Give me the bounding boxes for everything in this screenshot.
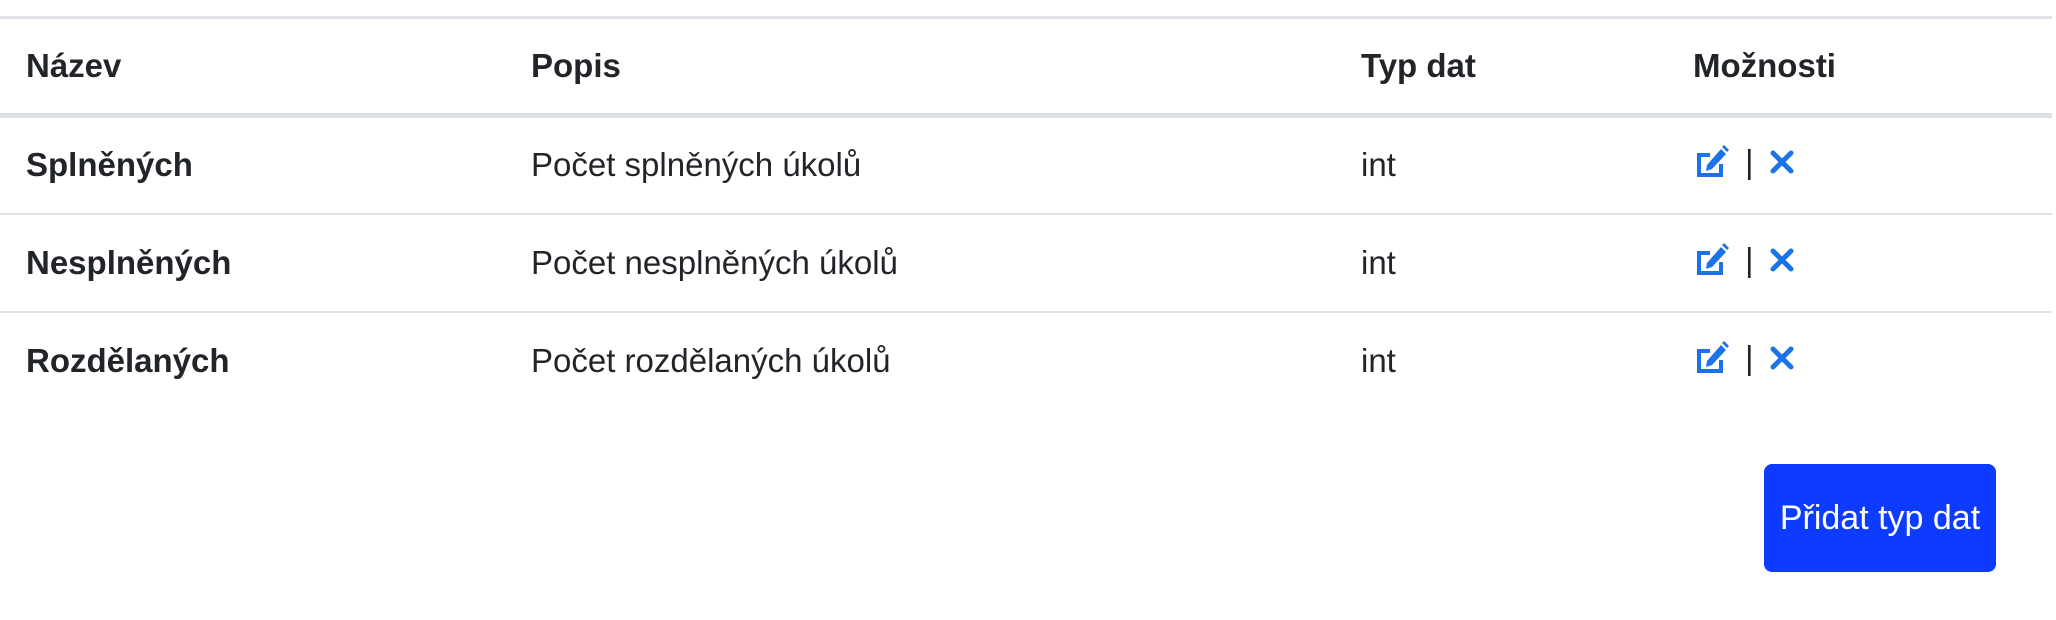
table-row: Splněných Počet splněných úkolů int |: [0, 116, 2052, 214]
action-separator: |: [1745, 339, 1754, 376]
row-actions: |: [1667, 312, 2052, 410]
row-type: int: [1361, 342, 1396, 379]
delete-icon[interactable]: [1770, 248, 1794, 272]
table-row: Nesplněných Počet nesplněných úkolů int …: [0, 214, 2052, 312]
table-row: Rozdělaných Počet rozdělaných úkolů int …: [0, 312, 2052, 410]
add-data-type-button[interactable]: Přidat typ dat: [1764, 464, 1996, 572]
column-header-description: Popis: [531, 47, 621, 84]
row-type: int: [1361, 146, 1396, 184]
row-description: Počet splněných úkolů: [531, 146, 862, 184]
row-type: int: [1361, 243, 1396, 281]
column-header-options: Možnosti: [1693, 47, 1836, 84]
column-header-name: Název: [26, 47, 122, 84]
row-description: Počet nesplněných úkolů: [531, 243, 898, 281]
table-header: Název Popis Typ dat Možnosti: [0, 17, 2052, 116]
row-actions: |: [1667, 214, 2052, 312]
delete-icon[interactable]: [1770, 346, 1794, 370]
delete-icon[interactable]: [1770, 150, 1794, 174]
table-header-row: Název Popis Typ dat Možnosti: [0, 17, 2052, 116]
data-types-table: Název Popis Typ dat Možnosti Splněných P…: [0, 16, 2052, 410]
table-body: Splněných Počet splněných úkolů int | Ne…: [0, 116, 2052, 410]
row-name: Rozdělaných: [26, 342, 230, 379]
action-separator: |: [1745, 143, 1754, 181]
edit-icon[interactable]: [1693, 242, 1729, 277]
page: Název Popis Typ dat Možnosti Splněných P…: [0, 0, 2056, 620]
row-actions: |: [1667, 116, 2052, 214]
edit-icon[interactable]: [1693, 145, 1729, 179]
edit-icon[interactable]: [1693, 341, 1729, 375]
action-separator: |: [1745, 240, 1754, 278]
column-header-type: Typ dat: [1361, 47, 1476, 84]
row-name: Nesplněných: [26, 243, 232, 281]
row-description: Počet rozdělaných úkolů: [531, 342, 891, 379]
row-name: Splněných: [26, 146, 193, 184]
